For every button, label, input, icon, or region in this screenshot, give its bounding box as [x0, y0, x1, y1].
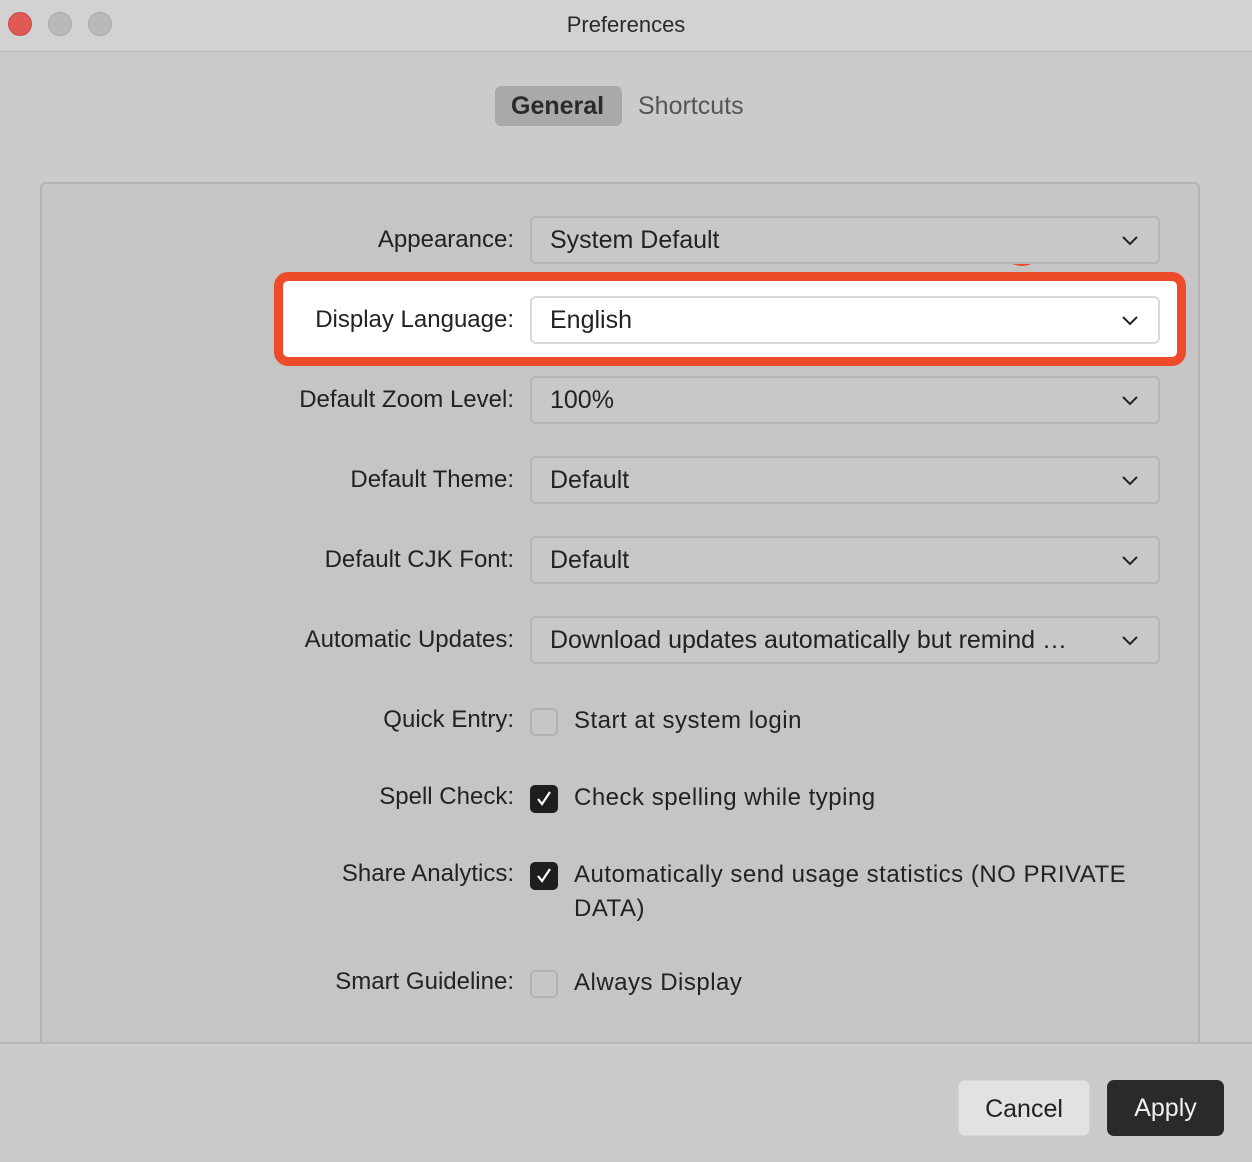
cjk-font-select[interactable]: Default [530, 536, 1160, 584]
auto-updates-value: Download updates automatically but remin… [550, 626, 1067, 654]
theme-label: Default Theme: [350, 466, 514, 493]
zoom-level-select[interactable]: 100% [530, 376, 1160, 424]
apply-button[interactable]: Apply [1107, 1080, 1224, 1136]
chevron-down-icon [1122, 556, 1138, 566]
smart-guideline-checkbox[interactable] [530, 970, 558, 998]
spell-check-text: Check spelling while typing [574, 784, 876, 811]
spell-check-checkbox[interactable] [530, 785, 558, 813]
quick-entry-text: Start at system login [574, 707, 802, 734]
smart-guideline-label: Smart Guideline: [335, 968, 514, 995]
share-analytics-text: Automatically send usage statistics (NO … [574, 861, 1127, 922]
chevron-down-icon [1122, 476, 1138, 486]
checkmark-icon [537, 791, 551, 806]
chevron-down-icon [1122, 396, 1138, 406]
appearance-label: Appearance: [377, 226, 514, 253]
quick-entry-label: Quick Entry: [383, 706, 514, 733]
zoom-level-label: Default Zoom Level: [299, 386, 514, 413]
cjk-font-label: Default CJK Font: [324, 546, 514, 573]
zoom-level-value: 100% [550, 386, 614, 414]
chevron-down-icon [1122, 316, 1138, 326]
theme-select[interactable]: Default [530, 456, 1160, 504]
display-language-label: Display Language: [315, 306, 514, 333]
share-analytics-checkbox[interactable] [530, 862, 558, 890]
spell-check-label: Spell Check: [379, 783, 514, 810]
quick-entry-checkbox[interactable] [530, 708, 558, 736]
auto-updates-select[interactable]: Download updates automatically but remin… [530, 616, 1160, 664]
preferences-window: Preferences General Shortcuts 3 Appearan… [0, 0, 1252, 1162]
auto-updates-label: Automatic Updates: [304, 626, 514, 653]
tab-general[interactable]: General [495, 86, 622, 126]
share-analytics-label: Share Analytics: [341, 860, 514, 887]
title-bar: Preferences [0, 0, 1252, 52]
cancel-button[interactable]: Cancel [958, 1080, 1090, 1136]
appearance-value: System Default [550, 226, 720, 254]
smart-guideline-text: Always Display [574, 969, 743, 996]
theme-value: Default [550, 466, 630, 494]
chevron-down-icon [1122, 236, 1138, 246]
checkmark-icon [537, 868, 551, 883]
chevron-down-icon [1122, 636, 1138, 646]
window-title: Preferences [566, 12, 686, 37]
cjk-font-value: Default [550, 546, 630, 574]
display-language-value: English [550, 306, 632, 334]
display-language-select[interactable]: English [530, 296, 1160, 344]
tab-shortcuts[interactable]: Shortcuts [622, 86, 760, 126]
appearance-select[interactable]: System Default [530, 216, 1160, 264]
